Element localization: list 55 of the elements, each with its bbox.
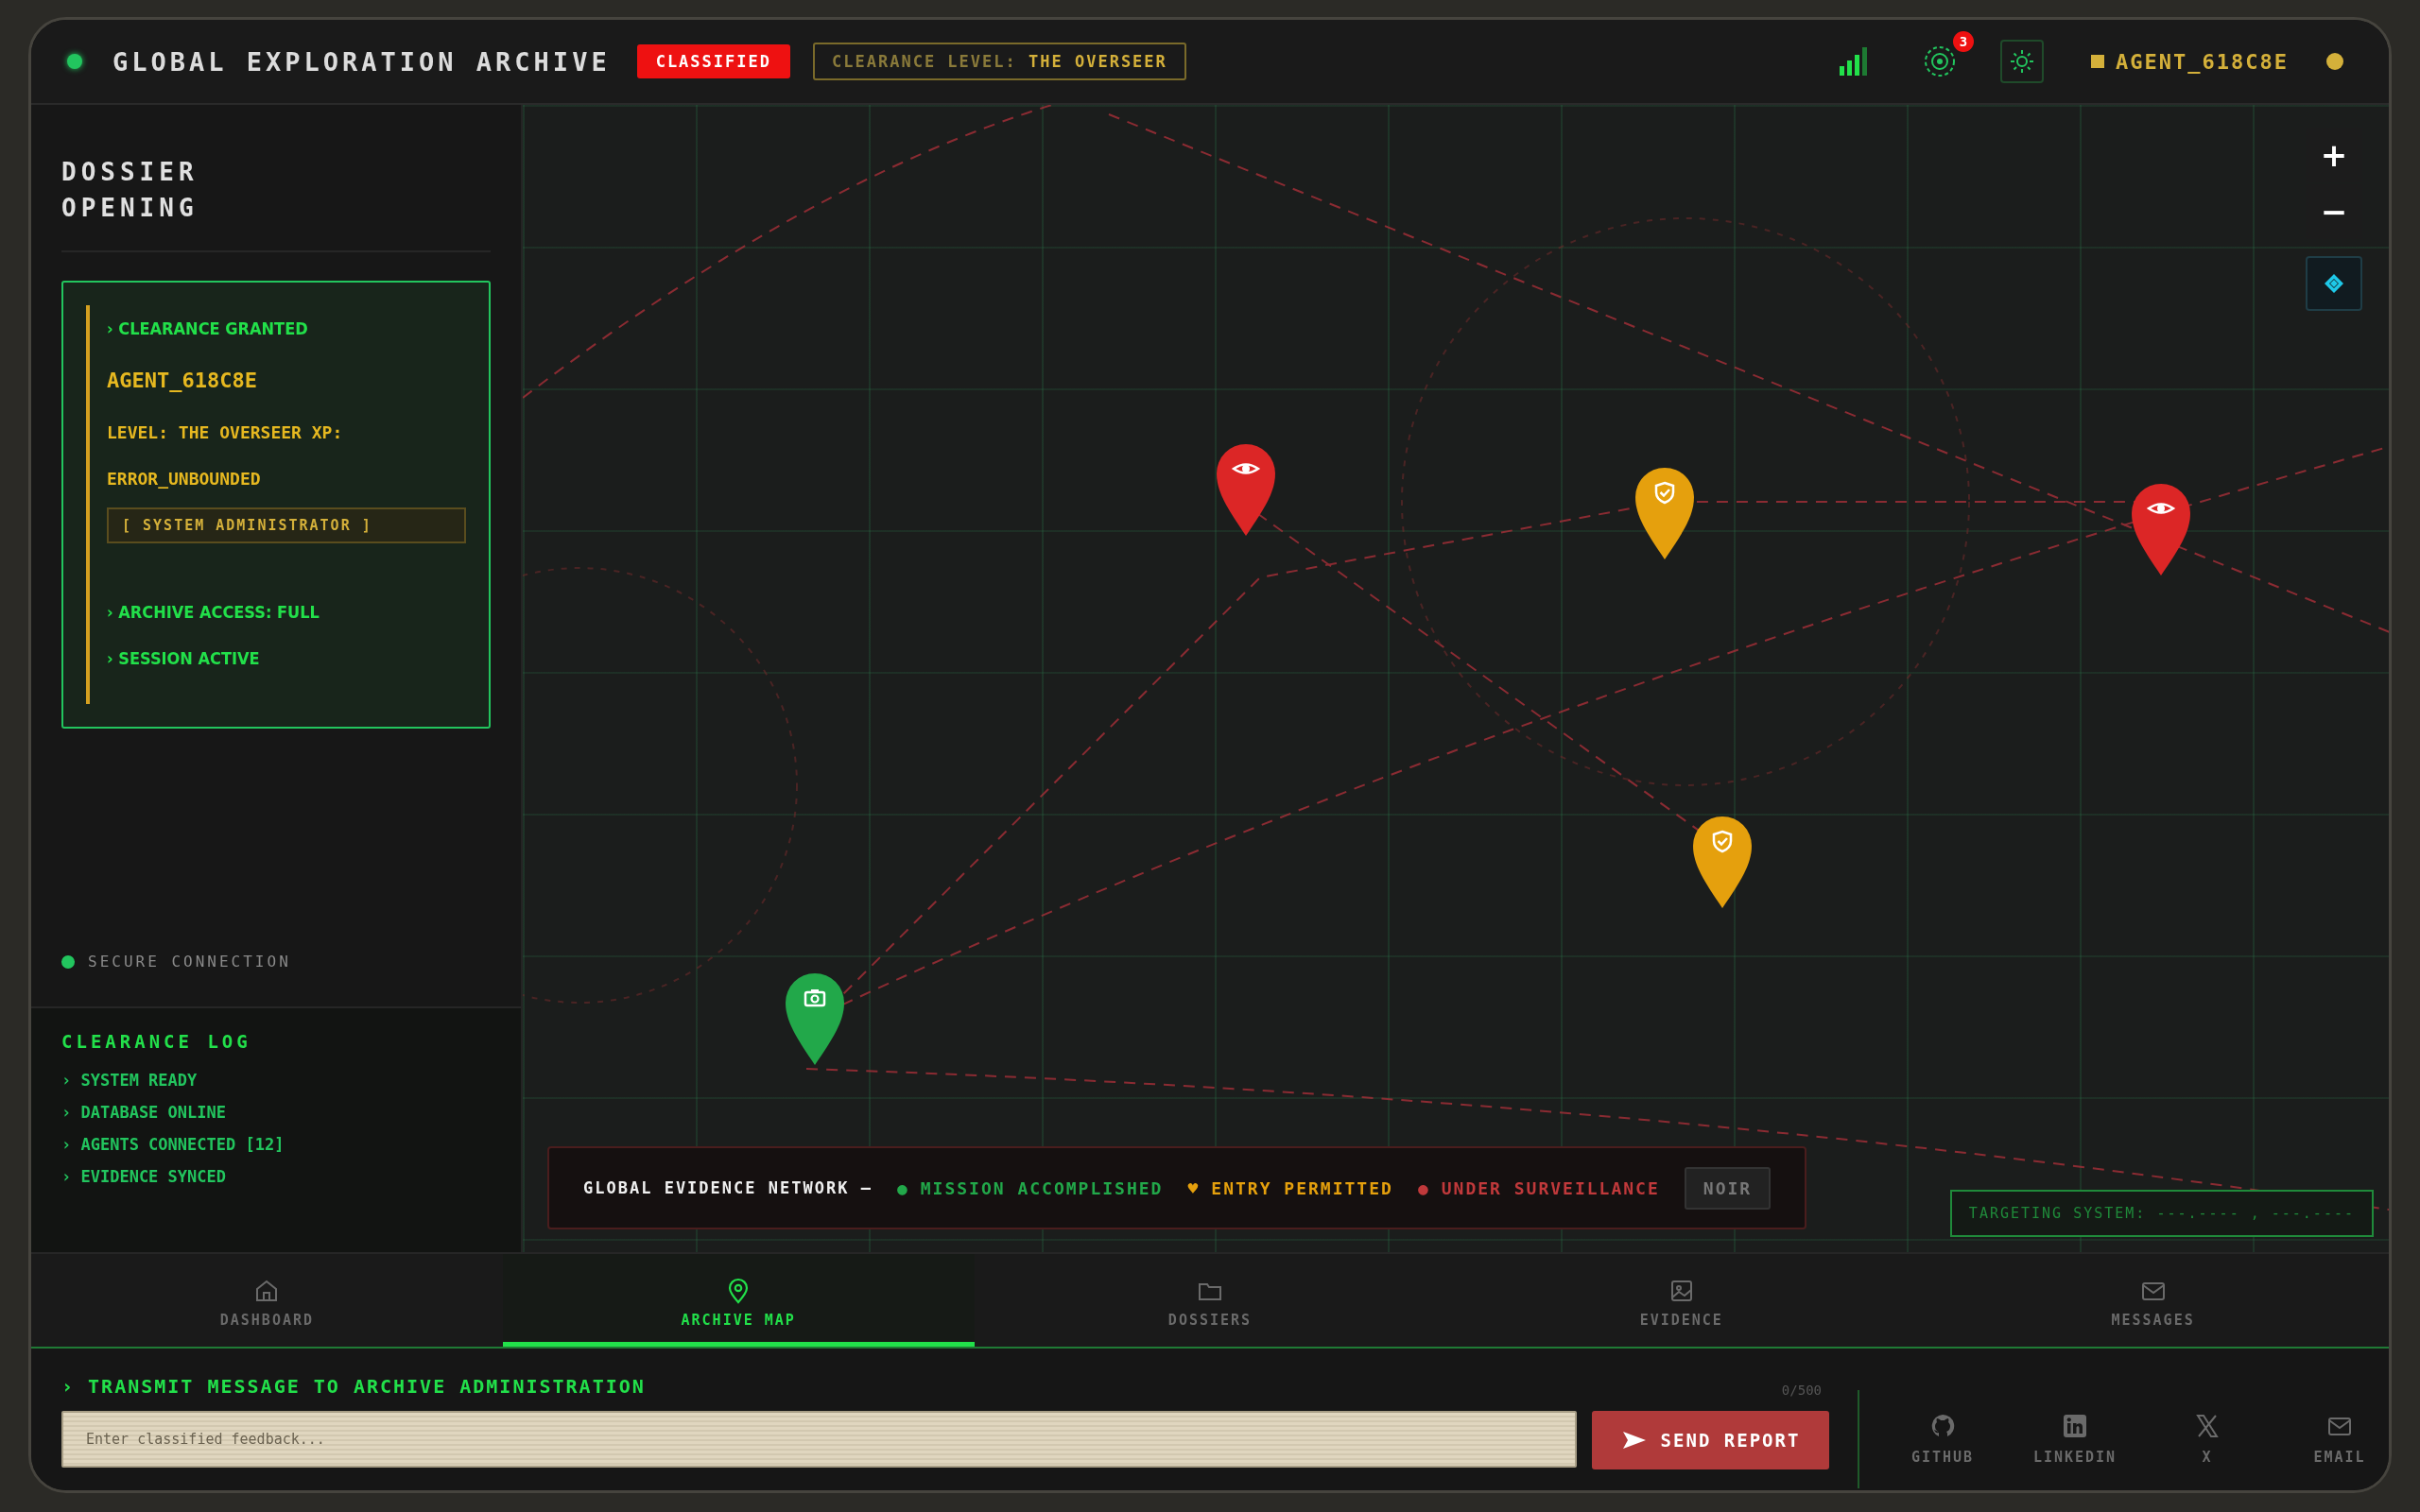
linkedin-icon [2062, 1413, 2088, 1439]
social-link[interactable]: LINKEDIN [2009, 1390, 2141, 1488]
connection-status: SECURE CONNECTION [88, 953, 291, 971]
section-title: DOSSIER OPENING [61, 157, 199, 224]
social-link[interactable]: X [2141, 1390, 2273, 1488]
agent-name: AGENT_618C8E [2116, 49, 2289, 74]
social-link[interactable]: GITHUB [1876, 1390, 2009, 1488]
character-counter: 0/500 [1781, 1383, 1822, 1398]
nav-tab[interactable]: DOSSIERS [974, 1254, 1446, 1347]
level-text: LEVEL: THE OVERSEER XP: [107, 422, 344, 442]
agent-id: AGENT_618C8E [107, 369, 258, 392]
map-pin[interactable] [2130, 483, 2192, 577]
log-entry: › SYSTEM READY [61, 1071, 199, 1090]
x-logo-icon [2194, 1413, 2221, 1439]
notification-badge: 3 [1953, 31, 1975, 52]
status-line: › CLEARANCE GRANTED [107, 318, 309, 338]
map-pin[interactable] [1634, 467, 1696, 561]
xp-text: ERROR_UNBOUNDED [107, 469, 262, 489]
diamond-icon [2323, 272, 2345, 295]
nav-tab[interactable]: MESSAGES [1917, 1254, 2389, 1347]
github-icon [1929, 1413, 1956, 1439]
locate-button[interactable] [2306, 256, 2362, 311]
legend-label: UNDER SURVEILLANCE [1441, 1177, 1660, 1198]
log-entry: › DATABASE ONLINE [61, 1103, 227, 1122]
transmit-prompt: › TRANSMIT MESSAGE TO ARCHIVE ADMINISTRATION [61, 1375, 646, 1398]
legend-label: MISSION ACCOMPLISHED [920, 1177, 1164, 1198]
style-button[interactable]: NOIR [1684, 1166, 1772, 1210]
log-title: CLEARANCE LOG [61, 1031, 252, 1052]
legend-marker: ♥ [1187, 1177, 1201, 1198]
clearance-level-label: CLEARANCE LEVEL: THE OVERSEER [813, 43, 1186, 80]
theme-toggle-button[interactable] [2000, 40, 2045, 83]
agent-status-dot [2326, 53, 2343, 70]
sun-icon [2009, 48, 2036, 75]
square-icon [2091, 55, 2105, 68]
role-label: [ SYSTEM ADMINISTRATOR ] [107, 507, 466, 543]
nav-tab[interactable]: ARCHIVE MAP [502, 1254, 975, 1347]
log-entry: › EVIDENCE SYNCED [61, 1167, 227, 1186]
nav-tab[interactable]: EVIDENCE [1445, 1254, 1918, 1347]
legend-label: ENTRY PERMITTED [1211, 1177, 1393, 1198]
legend-marker: ● [1417, 1177, 1430, 1198]
status-line: › ARCHIVE ACCESS: FULL [107, 602, 320, 622]
send-report-button[interactable]: SEND REPORT [1592, 1411, 1829, 1469]
legend-title: GLOBAL EVIDENCE NETWORK — [583, 1178, 873, 1197]
classified-badge: CLASSIFIED [636, 44, 790, 78]
social-link[interactable]: EMAIL [2273, 1390, 2389, 1488]
targeting-readout: TARGETING SYSTEM: ---.---- , ---.---- [1949, 1190, 2374, 1237]
feedback-input[interactable]: Enter classified feedback... [61, 1411, 1578, 1468]
app-title: GLOBAL EXPLORATION ARCHIVE [112, 46, 611, 77]
log-entry: › AGENTS CONNECTED [12] [61, 1135, 285, 1154]
map-pin[interactable] [1215, 443, 1277, 538]
map-pin[interactable] [1691, 816, 1754, 910]
map-pin[interactable] [784, 972, 846, 1067]
nav-tab[interactable]: DASHBOARD [31, 1254, 503, 1347]
legend-marker: ● [896, 1177, 909, 1198]
status-line: › SESSION ACTIVE [107, 648, 261, 668]
